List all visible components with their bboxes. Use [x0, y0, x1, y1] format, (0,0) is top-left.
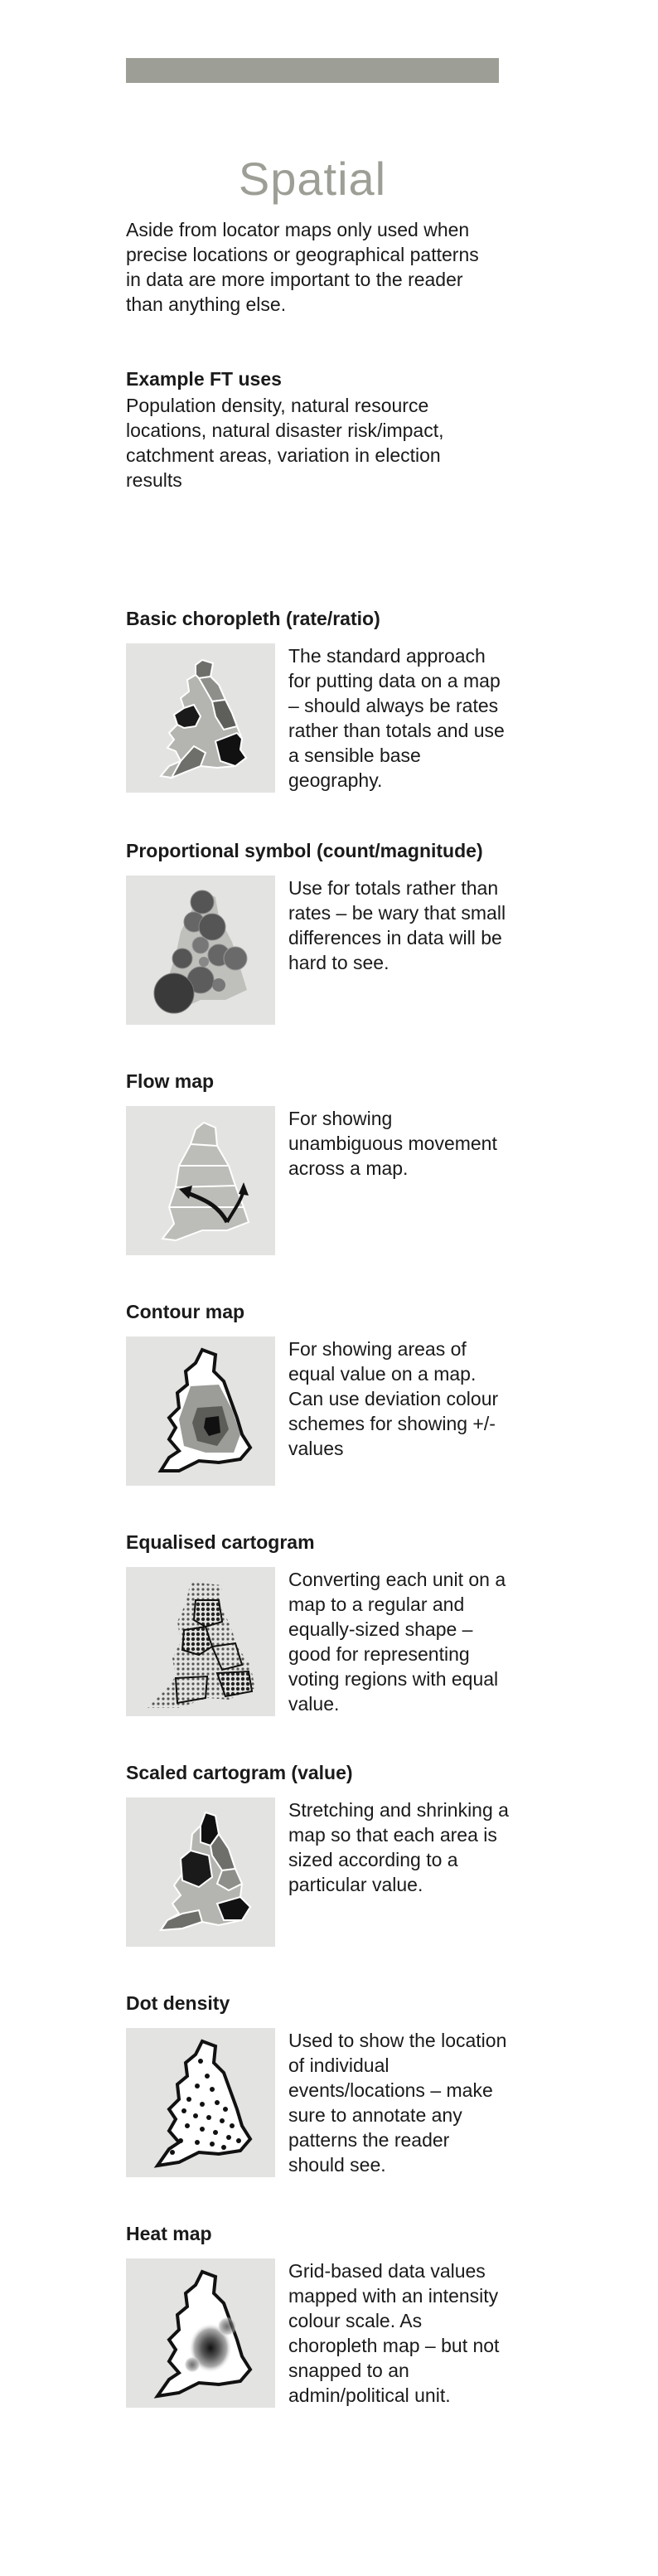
section-title: Basic choropleth (rate/ratio): [126, 608, 380, 629]
equalised-cartogram-icon: [126, 1567, 275, 1716]
section-proportional-symbol: Proportional symbol (count/magnitude) Us…: [126, 839, 507, 1025]
section-title: Contour map: [126, 1301, 245, 1322]
section-description: For showing unambiguous movement across …: [288, 1108, 497, 1179]
section-title: Heat map: [126, 2223, 212, 2244]
section-description: Converting each unit on a map to a regul…: [288, 1569, 506, 1715]
ft-uses-heading: Example FT uses: [126, 368, 282, 390]
section-basic-choropleth: Basic choropleth (rate/ratio) The standa…: [126, 607, 507, 793]
section-title: Equalised cartogram: [126, 1531, 315, 1553]
intro-text: Aside from locator maps only used when p…: [126, 219, 479, 315]
section-title: Proportional symbol (count/magnitude): [126, 840, 483, 861]
proportional-symbol-map-icon: [126, 876, 275, 1025]
section-equalised-cartogram: Equalised cartogram Converting each unit…: [126, 1531, 507, 1716]
contour-map-icon: [126, 1337, 275, 1486]
section-description: Used to show the location of individual …: [288, 2030, 507, 2176]
header-bar: [126, 58, 499, 83]
page-title: Spatial: [238, 152, 387, 205]
section-description: For showing areas of equal value on a ma…: [288, 1338, 499, 1459]
dot-density-map-icon: [126, 2028, 275, 2177]
choropleth-map-icon: [126, 643, 275, 793]
section-title: Flow map: [126, 1070, 215, 1092]
section-scaled-cartogram: Scaled cartogram (value) Stretching and …: [126, 1761, 509, 1947]
section-dot-density: Dot density Used to show the location of…: [126, 1991, 507, 2177]
section-flow-map: Flow map For showing unambiguous movemen…: [126, 1070, 507, 1255]
section-heat-map: Heat map Grid-based data values mapped w…: [126, 2222, 507, 2408]
section-description: Stretching and shrinking a map so that e…: [288, 1799, 509, 1895]
section-title: Scaled cartogram (value): [126, 1762, 353, 1783]
section-contour-map: Contour map For showing areas of equal v…: [126, 1300, 507, 1486]
ft-uses-text: Population density, natural resource loc…: [126, 395, 444, 491]
heat-map-icon: [126, 2258, 275, 2408]
section-title: Dot density: [126, 1992, 230, 2014]
section-description: Use for totals rather than rates – be wa…: [288, 877, 506, 973]
section-description: Grid-based data values mapped with an in…: [288, 2260, 500, 2406]
scaled-cartogram-icon: [126, 1797, 275, 1947]
flow-map-icon: [126, 1106, 275, 1255]
section-description: The standard approach for putting data o…: [288, 645, 505, 791]
